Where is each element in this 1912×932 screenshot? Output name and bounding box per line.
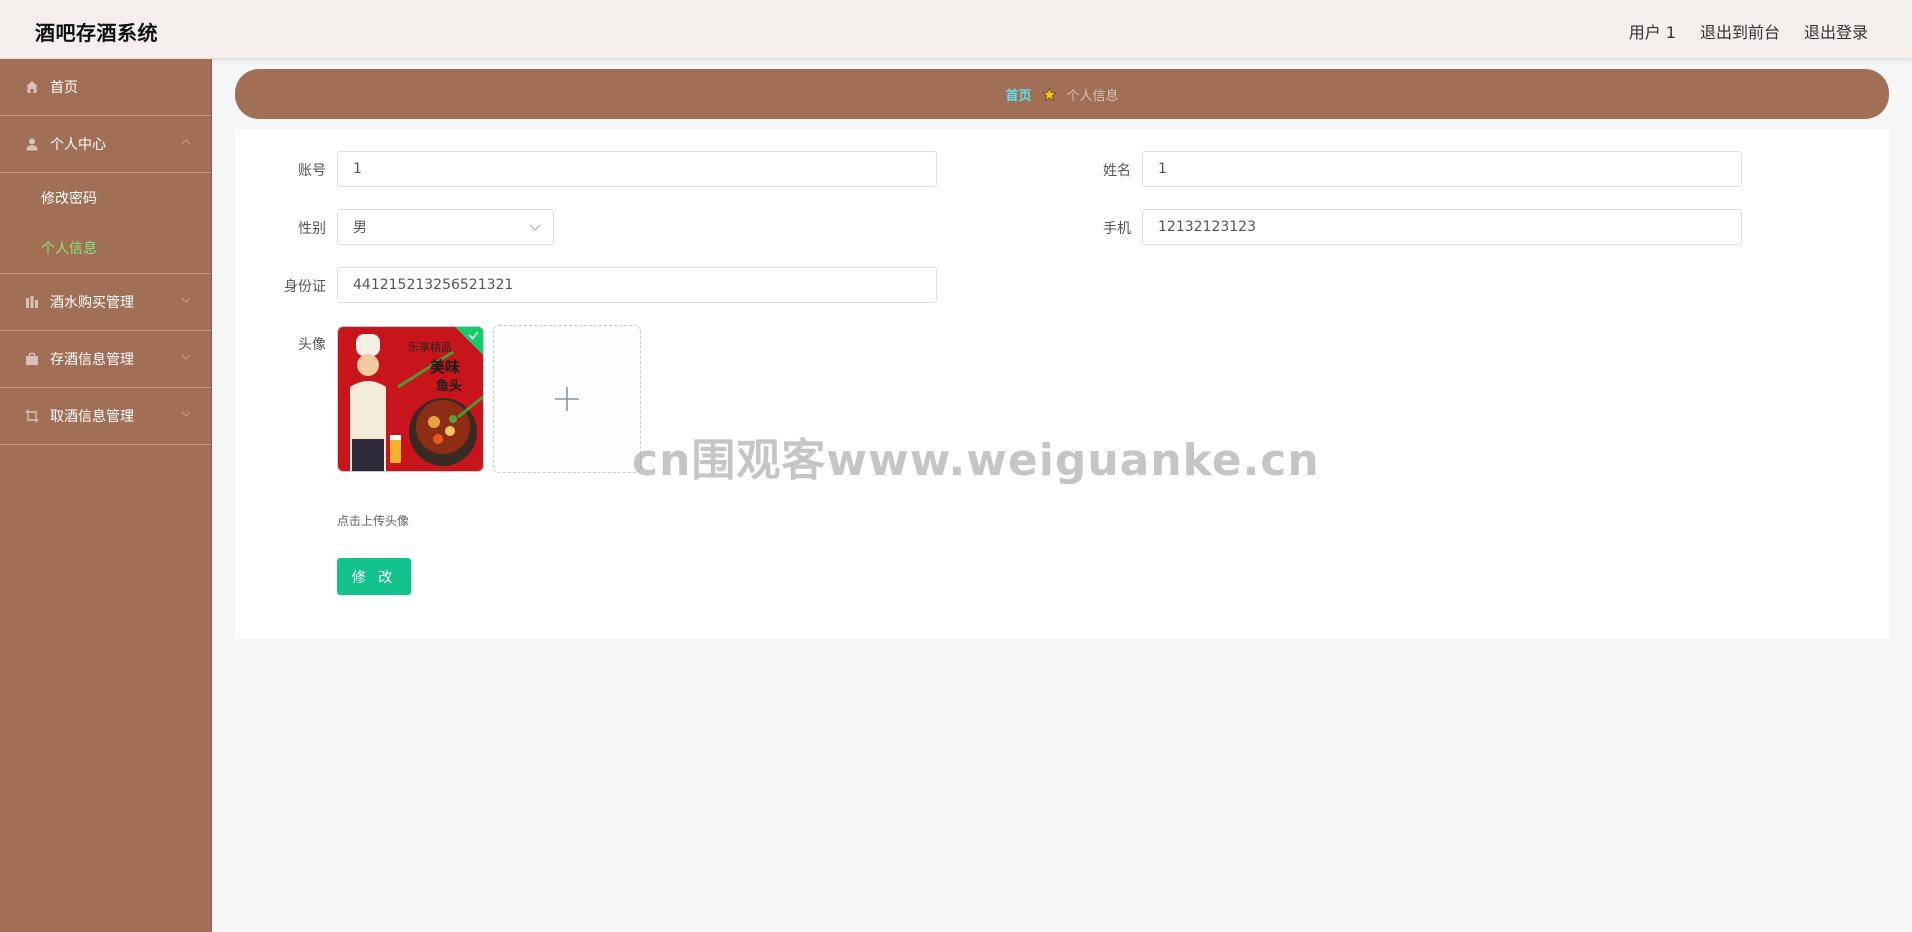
gender-select[interactable]: 男 bbox=[337, 209, 554, 245]
sidebar-item-purchase[interactable]: 酒水购买管理 bbox=[0, 274, 211, 331]
breadcrumb-home-link[interactable]: 首页 bbox=[1005, 85, 1031, 104]
sidebar: 首页 个人中心 修改密码 个人信息 酒水购买管理 存酒信息管理 取酒信息管理 bbox=[0, 59, 212, 932]
sidebar-item-label: 首页 bbox=[50, 80, 78, 96]
chevron-down-icon bbox=[181, 297, 191, 303]
sidebar-item-pickup[interactable]: 取酒信息管理 bbox=[0, 388, 211, 445]
sidebar-item-label: 取酒信息管理 bbox=[50, 409, 134, 425]
account-input[interactable]: 1 bbox=[337, 151, 937, 187]
upload-tip: 点击上传头像 bbox=[337, 514, 410, 528]
account-label: 账号 bbox=[298, 163, 326, 179]
sidebar-item-label: 酒水购买管理 bbox=[50, 295, 134, 311]
avatar-upload-button[interactable] bbox=[493, 325, 641, 473]
personal-center-submenu: 修改密码 个人信息 bbox=[0, 173, 211, 274]
idcard-input[interactable]: 441215213256521321 bbox=[337, 267, 937, 303]
breadcrumb-current: 个人信息 bbox=[1066, 88, 1119, 104]
sidebar-item-personal-info[interactable]: 个人信息 bbox=[0, 223, 211, 273]
home-icon bbox=[25, 80, 39, 94]
chart-icon bbox=[25, 295, 39, 309]
crop-icon bbox=[25, 409, 39, 423]
name-label: 姓名 bbox=[1103, 163, 1131, 179]
sidebar-item-storage[interactable]: 存酒信息管理 bbox=[0, 331, 211, 388]
avatar-thumbnail[interactable]: 美味 鱼头 乐享精品 bbox=[337, 326, 484, 472]
chevron-up-icon bbox=[181, 139, 191, 145]
sidebar-item-home[interactable]: 首页 bbox=[0, 59, 211, 116]
current-user-label: 用户 1 bbox=[1628, 23, 1676, 42]
svg-text:乐享精品: 乐享精品 bbox=[408, 340, 452, 354]
logout-link[interactable]: 退出登录 bbox=[1804, 19, 1868, 43]
briefcase-icon bbox=[25, 352, 39, 366]
breadcrumb: 首页 个人信息 bbox=[235, 69, 1889, 119]
phone-label: 手机 bbox=[1103, 221, 1131, 237]
phone-input[interactable]: 12132123123 bbox=[1142, 209, 1742, 245]
avatar-label: 头像 bbox=[298, 337, 326, 353]
watermark: cn围观客www.weiguanke.cn bbox=[632, 435, 1320, 486]
svg-text:鱼头: 鱼头 bbox=[436, 378, 462, 394]
check-icon bbox=[455, 327, 483, 355]
sidebar-item-personal-center[interactable]: 个人中心 bbox=[0, 116, 211, 173]
sidebar-item-label: 存酒信息管理 bbox=[50, 352, 134, 368]
idcard-label: 身份证 bbox=[284, 279, 326, 295]
chevron-down-icon bbox=[529, 224, 541, 231]
sidebar-item-label: 个人中心 bbox=[50, 137, 106, 153]
svg-text:美味: 美味 bbox=[430, 358, 460, 376]
chevron-down-icon bbox=[181, 354, 191, 360]
top-header: 酒吧存酒系统 用户 1 退出到前台 退出登录 bbox=[0, 0, 1912, 59]
header-actions: 用户 1 退出到前台 退出登录 bbox=[1629, 19, 1868, 43]
submit-button[interactable]: 修 改 bbox=[337, 558, 411, 595]
sidebar-item-change-password[interactable]: 修改密码 bbox=[0, 173, 211, 223]
user-icon bbox=[25, 137, 39, 151]
app-title: 酒吧存酒系统 bbox=[35, 21, 158, 45]
chevron-down-icon bbox=[181, 411, 191, 417]
name-input[interactable]: 1 bbox=[1142, 151, 1742, 187]
plus-icon bbox=[555, 387, 579, 411]
star-icon bbox=[1041, 86, 1057, 102]
exit-to-front-link[interactable]: 退出到前台 bbox=[1700, 19, 1780, 43]
gender-label: 性别 bbox=[298, 221, 326, 237]
gender-selected-value: 男 bbox=[353, 220, 367, 236]
